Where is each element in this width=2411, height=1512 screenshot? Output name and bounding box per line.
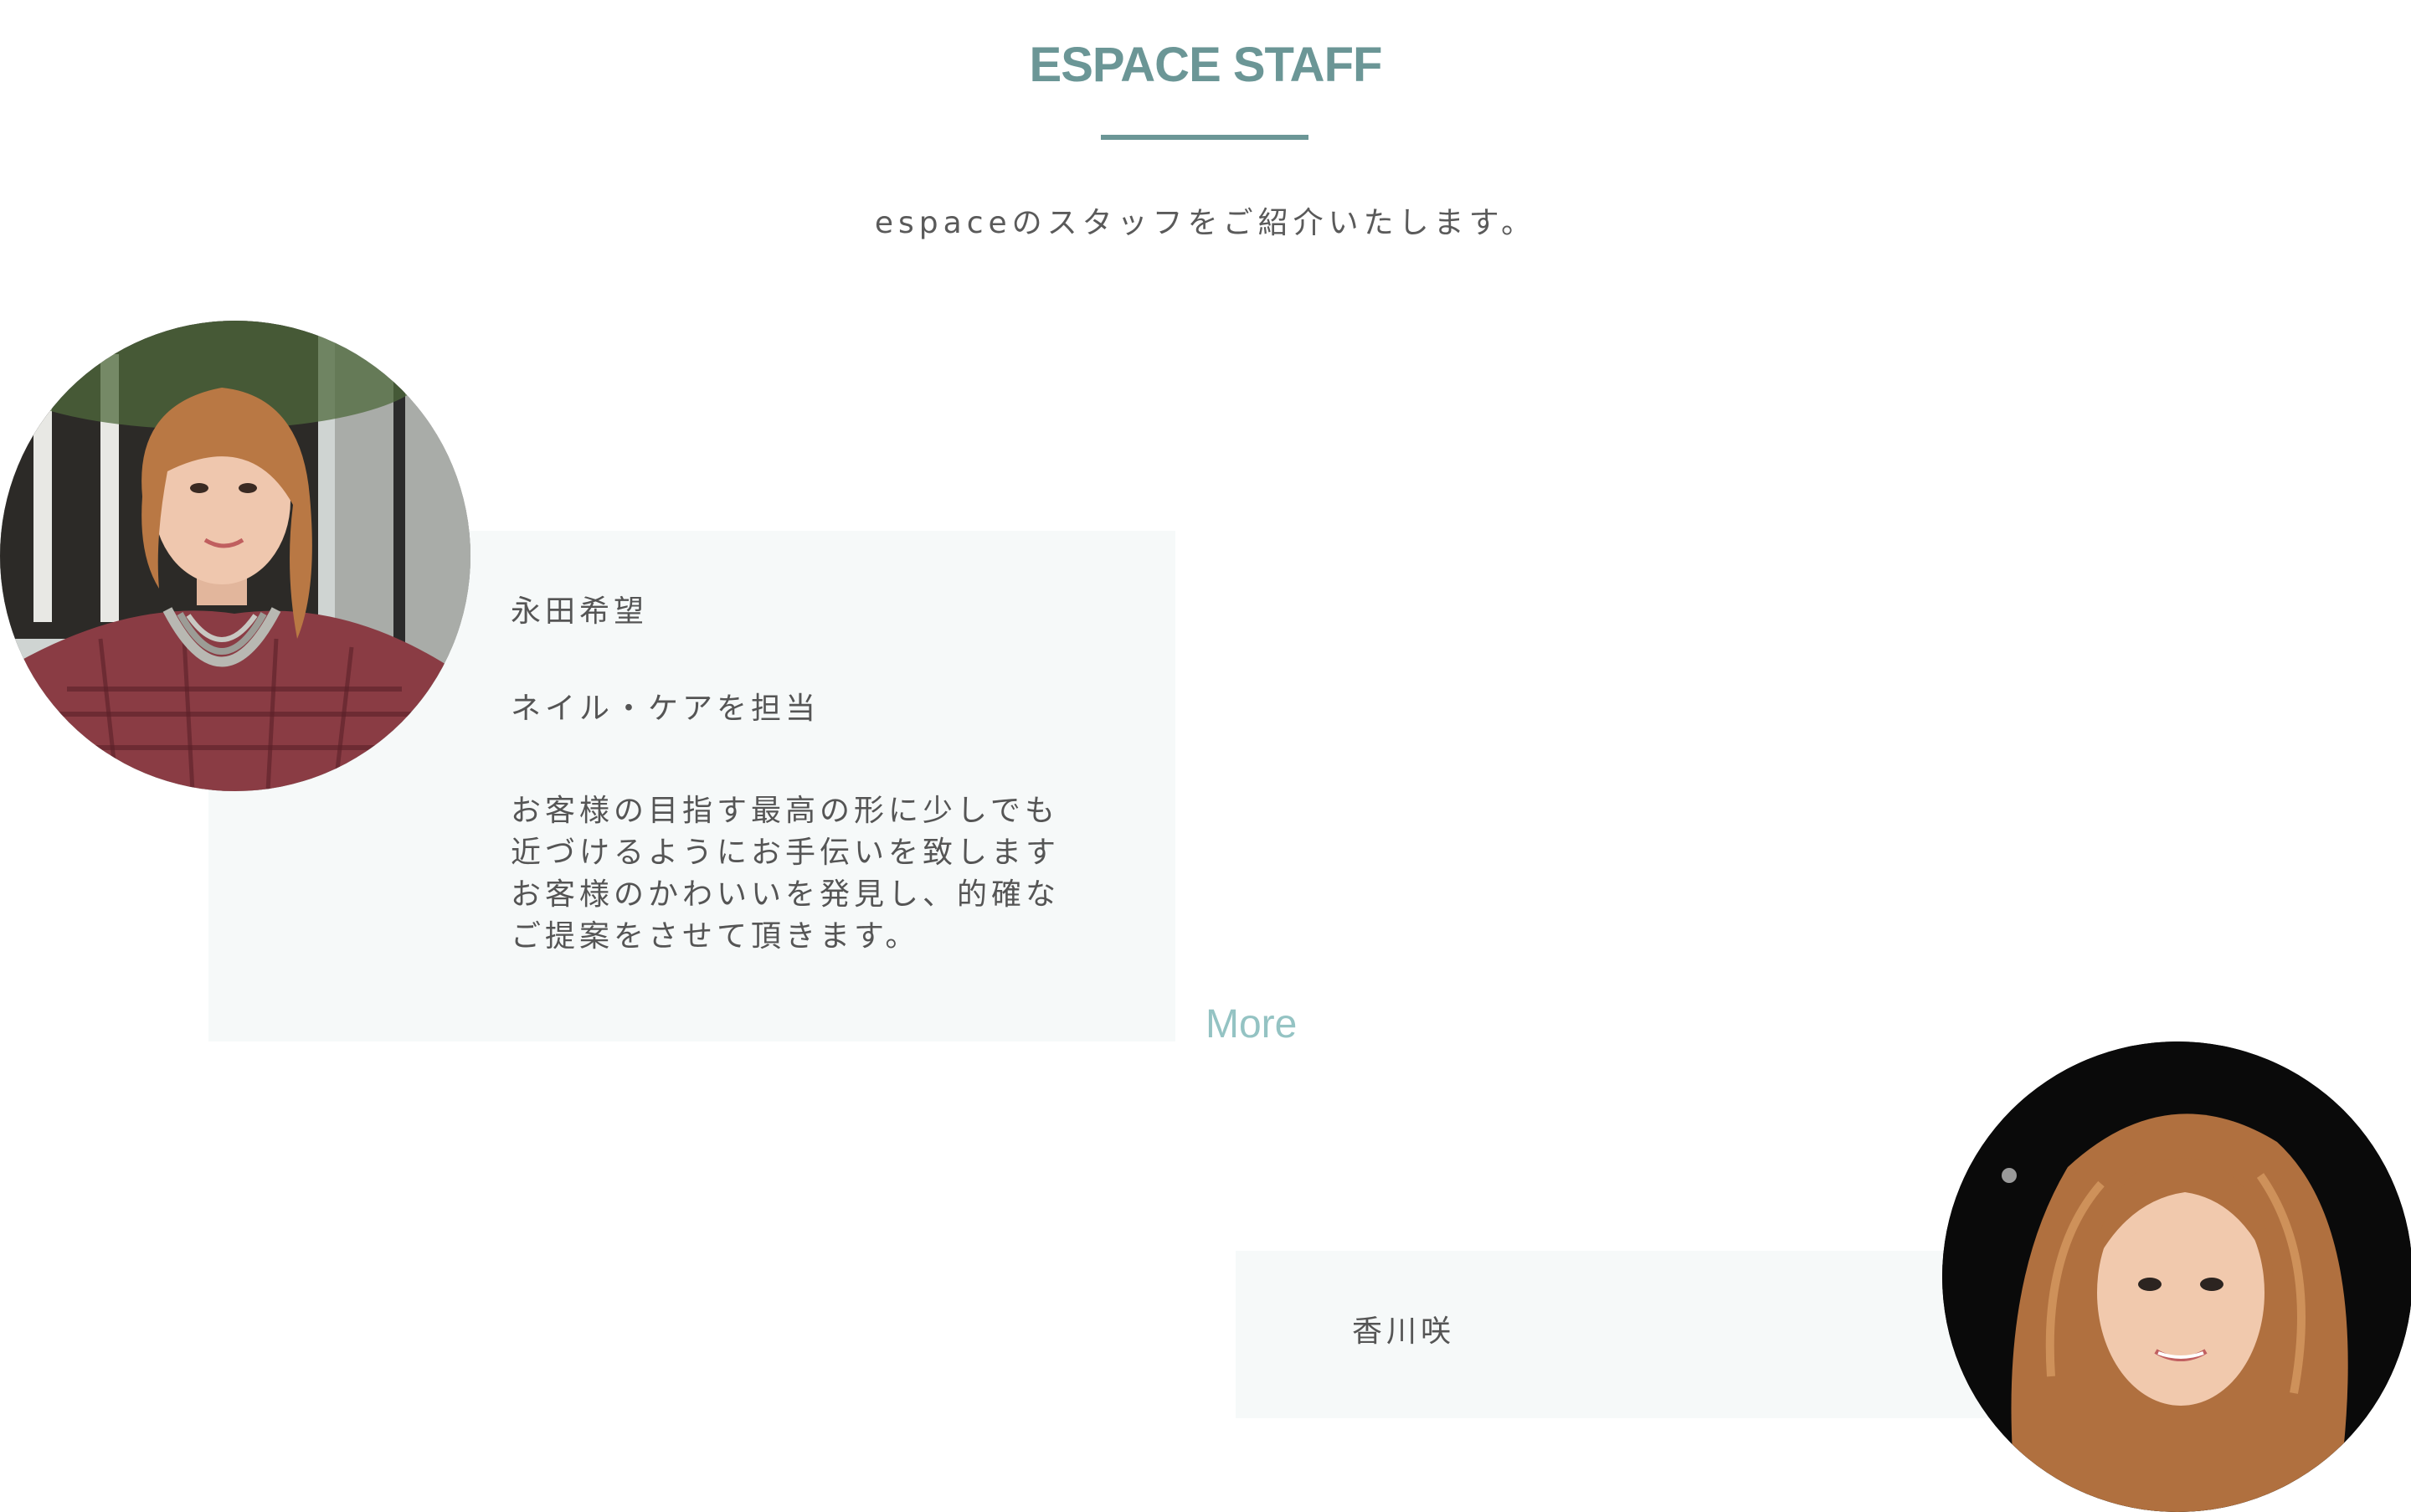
staff-role: ネイル・ケアを担当 — [511, 692, 820, 726]
staff-name: 香川咲 — [1352, 1314, 1456, 1349]
staff-description-line: お客様のかわいいを発見し、的確な — [511, 877, 1061, 912]
section-intro: espaceのスタッフをご紹介いたします。 — [874, 206, 1537, 240]
staff-description: お客様の目指す最高の形に少しでも 近づけるようにお手伝いを致します お客様のかわ… — [511, 790, 1113, 958]
more-link[interactable]: More — [1206, 1000, 1297, 1050]
section-title: ESPACE STAFF — [1029, 38, 1383, 92]
staff-name: 永田希望 — [511, 594, 649, 629]
staff-photo — [1942, 1041, 2411, 1512]
staff-description-line: 近づけるようにお手伝いを致します — [511, 836, 1061, 870]
staff-description-line: お客様の目指す最高の形に少しでも — [511, 794, 1059, 828]
staff-description-line: ご提案をさせて頂きます。 — [511, 919, 920, 954]
title-divider — [1101, 135, 1308, 140]
staff-photo — [0, 321, 470, 791]
